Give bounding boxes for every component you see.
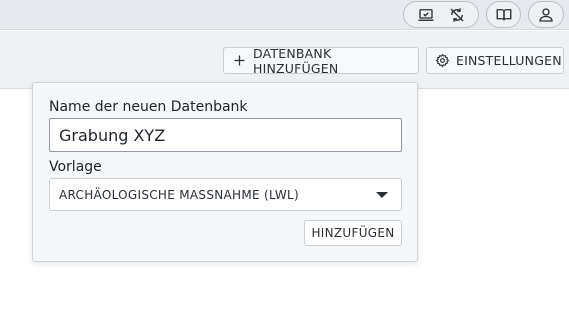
help-button[interactable] [486, 1, 521, 28]
template-label: Vorlage [49, 159, 102, 175]
sync-button-group [403, 1, 479, 28]
add-database-button[interactable]: DATENBANK HINZUFÜGEN [223, 45, 419, 76]
new-database-popover: Name der neuen Datenbank Vorlage ARCHÄOL… [32, 82, 418, 262]
toolbar: DATENBANK HINZUFÜGEN EINSTELLUNGEN [0, 31, 569, 89]
caret-down-icon [376, 192, 388, 198]
gear-icon [435, 53, 450, 69]
user-icon [535, 4, 557, 26]
user-button[interactable] [528, 1, 564, 28]
add-submit-button[interactable]: HINZUFÜGEN [304, 220, 402, 246]
settings-button[interactable]: EINSTELLUNGEN [426, 47, 564, 74]
name-label: Name der neuen Datenbank [49, 99, 248, 115]
plus-icon [232, 53, 247, 69]
settings-label: EINSTELLUNGEN [456, 53, 562, 68]
top-bar [0, 0, 569, 30]
laptop-icon[interactable] [415, 4, 437, 26]
add-database-label: DATENBANK HINZUFÜGEN [253, 45, 339, 76]
database-name-input[interactable] [49, 118, 402, 152]
book-icon [493, 4, 515, 26]
template-select[interactable]: ARCHÄOLOGISCHE MASSNAHME (LWL) [49, 178, 402, 211]
sync-off-icon[interactable] [446, 4, 468, 26]
template-selected-value: ARCHÄOLOGISCHE MASSNAHME (LWL) [59, 187, 300, 202]
